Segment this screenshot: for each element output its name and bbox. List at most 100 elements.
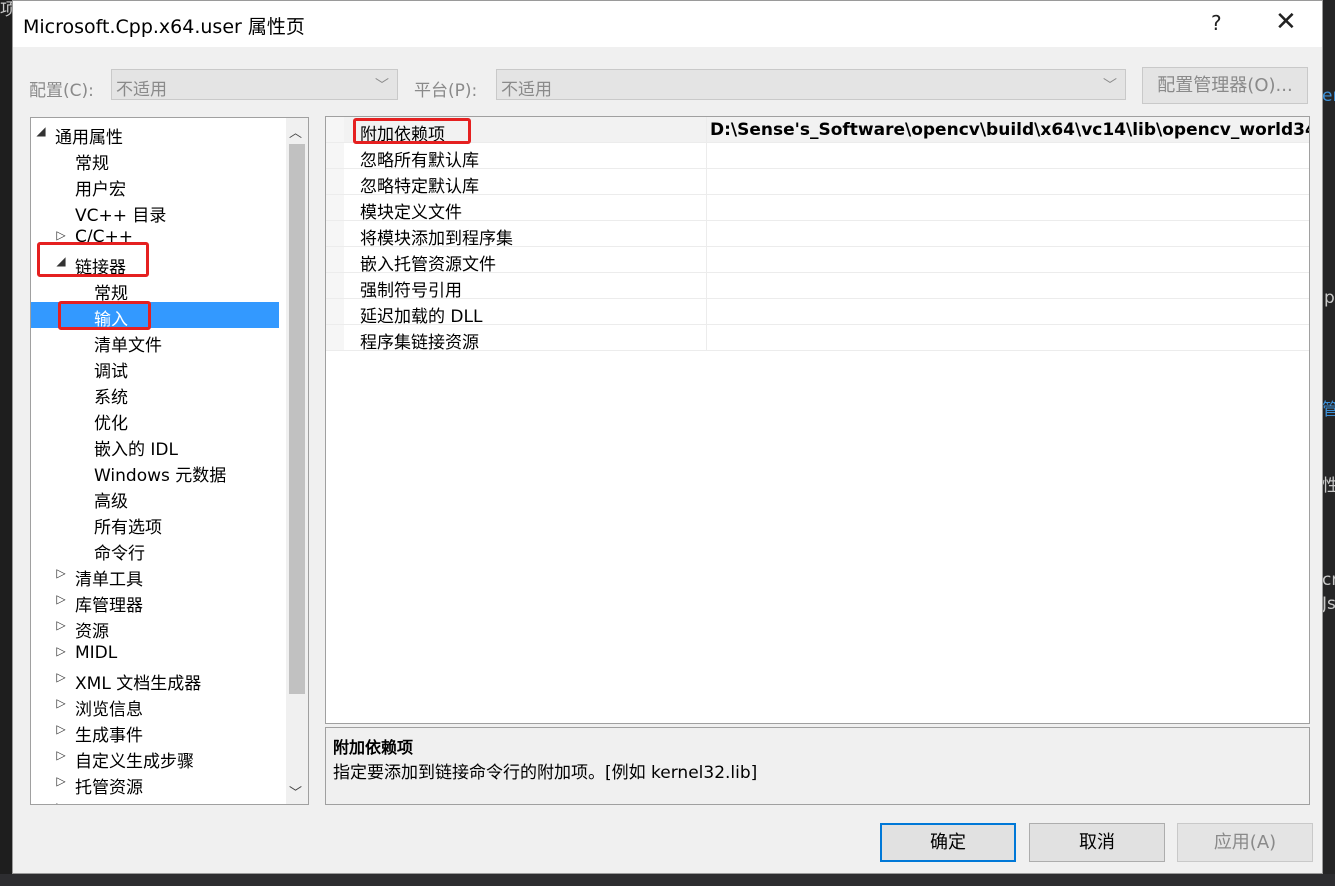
highlight-box-input	[58, 301, 151, 330]
tree-item[interactable]: VC++ 目录	[31, 198, 279, 226]
tree-item[interactable]: ▷ 浏览信息	[31, 692, 279, 720]
tree-item[interactable]: ▷ 库管理器	[31, 588, 279, 616]
collapsed-triangle-icon[interactable]: ▷	[55, 774, 67, 788]
tree-item-label: 生成事件	[75, 726, 143, 746]
collapsed-triangle-icon[interactable]: ▷	[55, 618, 67, 632]
property-name: 程序集链接资源	[360, 333, 479, 353]
tree-item[interactable]: 嵌入的 IDL	[31, 432, 279, 460]
column-separator	[706, 273, 707, 298]
tree-item-label: 资源	[75, 622, 109, 642]
row-gutter	[326, 169, 344, 194]
tree-item-label: 常规	[75, 154, 109, 174]
collapsed-triangle-icon[interactable]: ▷	[55, 696, 67, 710]
config-dropdown[interactable]: 不适用 ﹀	[111, 69, 398, 100]
scroll-up-icon[interactable]: ︿	[289, 122, 302, 141]
tree-item-label: 清单工具	[75, 570, 143, 590]
ok-button[interactable]: 确定	[880, 823, 1016, 862]
collapsed-triangle-icon[interactable]: ▷	[55, 228, 67, 242]
tree-item-label: 命令行	[94, 544, 145, 564]
row-gutter	[326, 325, 344, 350]
tree-item[interactable]: ▷ 托管资源	[31, 770, 279, 798]
highlight-box-additional-deps	[353, 118, 471, 144]
tree-item[interactable]: 调试	[31, 354, 279, 382]
column-separator	[706, 221, 707, 246]
tree-item-label: 系统	[94, 388, 128, 408]
tree-item-label: 托管资源	[75, 778, 143, 798]
collapsed-triangle-icon[interactable]: ▷	[55, 592, 67, 606]
tree-item[interactable]: ▷ MIDL	[31, 640, 279, 666]
tree-item[interactable]: ▷ 资源	[31, 614, 279, 642]
expanded-triangle-icon[interactable]: ◢	[35, 124, 47, 138]
tree-item[interactable]: 清单文件	[31, 328, 279, 356]
tree-item[interactable]: 优化	[31, 406, 279, 434]
config-manager-button[interactable]: 配置管理器(O)...	[1142, 67, 1308, 104]
property-row[interactable]: 程序集链接资源	[326, 325, 1309, 353]
platform-dropdown[interactable]: 不适用 ﹀	[496, 69, 1126, 100]
property-row[interactable]: 延迟加载的 DLL	[326, 299, 1309, 327]
tree-item-label: 浏览信息	[75, 700, 143, 720]
tree-item[interactable]: Windows 元数据	[31, 458, 279, 486]
bg-text-fragment: p	[1324, 288, 1335, 308]
tree-item[interactable]: 高级	[31, 484, 279, 512]
tree-item[interactable]: 用户宏	[31, 172, 279, 200]
tree-item[interactable]: ◢ 通用属性	[31, 120, 279, 148]
tree-item-label: 嵌入的 IDL	[94, 440, 178, 460]
tree-item[interactable]: ▷ 自定义生成步骤	[31, 744, 279, 772]
property-row[interactable]: 模块定义文件	[326, 195, 1309, 223]
row-gutter	[326, 221, 344, 246]
collapsed-triangle-icon[interactable]: ▷	[55, 722, 67, 736]
tree-item[interactable]: 命令行	[31, 536, 279, 564]
description-panel: 附加依赖项 指定要添加到链接命令行的附加项。[例如 kernel32.lib]	[325, 727, 1310, 805]
scroll-down-icon[interactable]: ﹀	[289, 782, 302, 801]
highlight-box-linker	[37, 242, 149, 277]
tree-item-label: 自定义生成步骤	[75, 752, 194, 772]
apply-button[interactable]: 应用(A)	[1177, 823, 1313, 862]
property-row[interactable]: 将模块添加到程序集	[326, 221, 1309, 249]
property-row[interactable]: 嵌入托管资源文件	[326, 247, 1309, 275]
collapsed-triangle-icon[interactable]: ▷	[55, 800, 67, 804]
collapsed-triangle-icon[interactable]: ▷	[55, 748, 67, 762]
property-row[interactable]: 忽略所有默认库	[326, 143, 1309, 171]
collapsed-triangle-icon[interactable]: ▷	[55, 644, 67, 658]
column-separator	[706, 195, 707, 220]
description-text: 指定要添加到链接命令行的附加项。[例如 kernel32.lib]	[333, 763, 758, 783]
platform-label: 平台(P):	[414, 81, 478, 101]
tree-item-label: 所有选项	[94, 518, 162, 538]
scrollbar-thumb[interactable]	[289, 144, 305, 694]
tree-scrollbar[interactable]: ︿ ﹀	[286, 118, 308, 804]
chevron-down-icon: ﹀	[1103, 78, 1117, 94]
tree-item[interactable]: 所有选项	[31, 510, 279, 538]
help-icon[interactable]: ?	[1211, 11, 1222, 35]
tree-item-label: 库管理器	[75, 596, 143, 616]
bg-text-fragment: 性	[1322, 476, 1335, 496]
property-name: 忽略特定默认库	[360, 177, 479, 197]
row-gutter	[326, 247, 344, 272]
tree-item[interactable]: ▷ 自定义生成工具	[31, 796, 279, 804]
tree-item[interactable]: 系统	[31, 380, 279, 408]
tree-item-label: 自定义生成工具	[75, 799, 194, 804]
column-separator	[706, 247, 707, 272]
collapsed-triangle-icon[interactable]: ▷	[55, 670, 67, 684]
bg-text-fragment: er	[1322, 86, 1335, 106]
row-gutter	[326, 195, 344, 220]
property-name: 强制符号引用	[360, 281, 462, 301]
property-row[interactable]: 忽略特定默认库	[326, 169, 1309, 197]
property-row[interactable]: 强制符号引用	[326, 273, 1309, 301]
ide-background-left	[0, 0, 12, 886]
tree-item-label: MIDL	[75, 643, 118, 663]
cancel-button[interactable]: 取消	[1029, 823, 1165, 862]
platform-dropdown-value: 不适用	[501, 80, 552, 100]
close-icon[interactable]: ✕	[1275, 7, 1297, 37]
tree-item[interactable]: ▷ XML 文档生成器	[31, 666, 279, 694]
collapsed-triangle-icon[interactable]: ▷	[55, 566, 67, 580]
tree-item[interactable]: ▷ 生成事件	[31, 718, 279, 746]
tree-item[interactable]: ▷ 清单工具	[31, 562, 279, 590]
tree-item[interactable]: 常规	[31, 276, 279, 304]
column-separator	[706, 299, 707, 324]
column-separator	[706, 117, 707, 142]
property-value[interactable]: D:\Sense's_Software\opencv\build\x64\vc1…	[710, 120, 1309, 140]
tree-item[interactable]: 常规	[31, 146, 279, 174]
tree-item-label: 用户宏	[75, 180, 126, 200]
property-row[interactable]: 附加依赖项 D:\Sense's_Software\opencv\build\x6…	[326, 117, 1309, 145]
property-grid: 附加依赖项 D:\Sense's_Software\opencv\build\x6…	[325, 116, 1310, 724]
